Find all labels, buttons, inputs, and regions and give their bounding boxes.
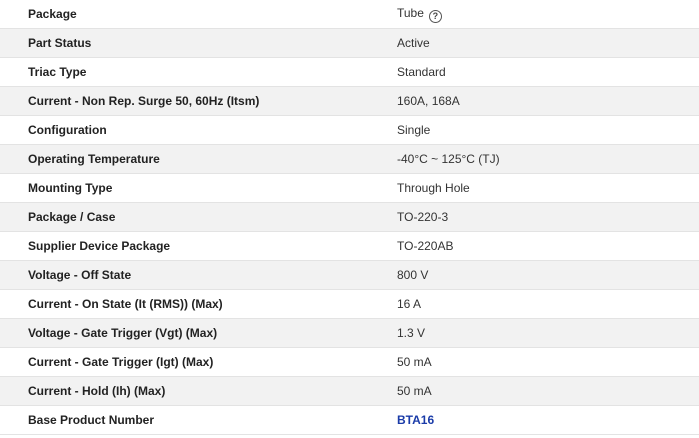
attribute-label: Current - On State (It (RMS)) (Max) xyxy=(0,289,369,319)
attribute-label: Base Product Number xyxy=(0,405,369,435)
attribute-value: -40°C ~ 125°C (TJ) xyxy=(369,144,699,174)
table-row: Part Status Active xyxy=(0,28,699,58)
table-row: Base Product Number BTA16 xyxy=(0,405,699,435)
attribute-value: 16 A xyxy=(369,289,699,319)
attribute-value: Tube xyxy=(397,5,424,20)
attribute-value: 50 mA xyxy=(369,376,699,406)
table-row: Voltage - Off State 800 V xyxy=(0,260,699,290)
table-row: Triac Type Standard xyxy=(0,57,699,87)
attribute-value: Single xyxy=(369,115,699,145)
attribute-label: Package / Case xyxy=(0,202,369,232)
attribute-value: 800 V xyxy=(369,260,699,290)
table-row: Current - Hold (Ih) (Max) 50 mA xyxy=(0,376,699,406)
attribute-value-cell: BTA16 xyxy=(369,405,699,435)
table-row: Configuration Single xyxy=(0,115,699,145)
table-row: Package / Case TO-220-3 xyxy=(0,202,699,232)
attribute-label: Operating Temperature xyxy=(0,144,369,174)
attribute-label: Mounting Type xyxy=(0,173,369,203)
attribute-value: TO-220AB xyxy=(369,231,699,261)
attribute-label: Configuration xyxy=(0,115,369,145)
table-row: Mounting Type Through Hole xyxy=(0,173,699,203)
attribute-value: Through Hole xyxy=(369,173,699,203)
attribute-label: Part Status xyxy=(0,28,369,58)
attribute-value: 50 mA xyxy=(369,347,699,377)
attribute-label: Triac Type xyxy=(0,57,369,87)
attribute-value: 1.3 V xyxy=(369,318,699,348)
table-row: Current - Gate Trigger (Igt) (Max) 50 mA xyxy=(0,347,699,377)
attribute-label: Current - Gate Trigger (Igt) (Max) xyxy=(0,347,369,377)
attribute-label: Voltage - Off State xyxy=(0,260,369,290)
base-product-link[interactable]: BTA16 xyxy=(397,413,434,427)
question-circle-icon[interactable]: ? xyxy=(428,9,442,23)
attribute-value: TO-220-3 xyxy=(369,202,699,232)
table-row: Current - Non Rep. Surge 50, 60Hz (Itsm)… xyxy=(0,86,699,116)
attribute-value: 160A, 168A xyxy=(369,86,699,116)
attribute-label: Current - Non Rep. Surge 50, 60Hz (Itsm) xyxy=(0,86,369,116)
table-row: Operating Temperature -40°C ~ 125°C (TJ) xyxy=(0,144,699,174)
table-row: Current - On State (It (RMS)) (Max) 16 A xyxy=(0,289,699,319)
attribute-label: Voltage - Gate Trigger (Vgt) (Max) xyxy=(0,318,369,348)
attribute-value-cell: Tube? xyxy=(369,0,699,29)
product-attributes-table: Package Tube? Part Status Active Triac T… xyxy=(0,0,699,435)
attribute-label: Current - Hold (Ih) (Max) xyxy=(0,376,369,406)
attribute-label: Package xyxy=(0,0,369,29)
attribute-label: Supplier Device Package xyxy=(0,231,369,261)
table-row: Package Tube? xyxy=(0,0,699,29)
attribute-value: Standard xyxy=(369,57,699,87)
table-row: Voltage - Gate Trigger (Vgt) (Max) 1.3 V xyxy=(0,318,699,348)
table-row: Supplier Device Package TO-220AB xyxy=(0,231,699,261)
attribute-value: Active xyxy=(369,28,699,58)
